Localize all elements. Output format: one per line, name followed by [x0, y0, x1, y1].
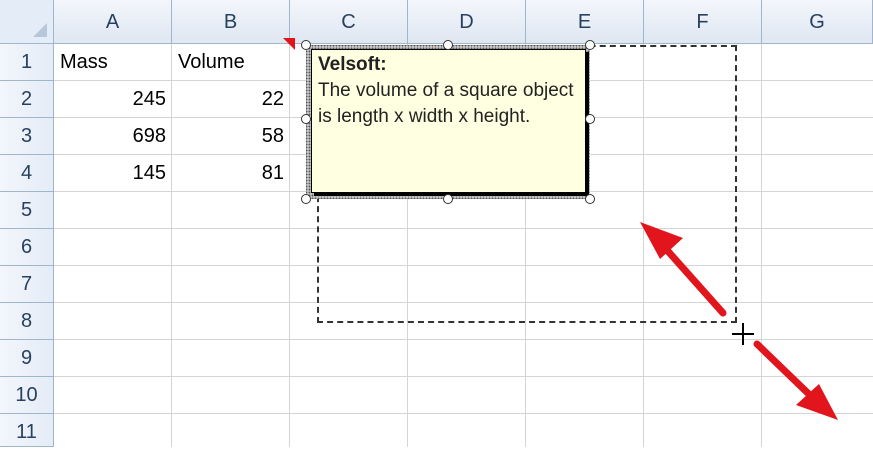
spreadsheet-grid[interactable]: A B C D E F G 1 2 3 4 5 6 7 8 9 10 11 Ma… [0, 0, 873, 447]
resize-handle-left[interactable] [301, 114, 311, 124]
column-header-a[interactable]: A [54, 0, 172, 44]
comment-author: Velsoft: [318, 54, 387, 75]
cell-a3[interactable]: 698 [54, 118, 172, 155]
gridline [54, 376, 873, 377]
cell-b3[interactable]: 58 [172, 118, 290, 155]
row-header-6[interactable]: 6 [0, 229, 54, 266]
cell-b4[interactable]: 81 [172, 155, 290, 192]
comment-text: The volume of a square object is length … [318, 80, 574, 127]
row-header-5[interactable]: 5 [0, 192, 54, 229]
column-header-e[interactable]: E [526, 0, 644, 44]
resize-handle-top-left[interactable] [301, 40, 311, 50]
resize-handle-bottom-right[interactable] [585, 194, 595, 204]
gridline [761, 44, 762, 447]
row-header-4[interactable]: 4 [0, 155, 54, 192]
resize-handle-top-right[interactable] [585, 40, 595, 50]
resize-handle-right[interactable] [585, 114, 595, 124]
column-header-c[interactable]: C [290, 0, 408, 44]
row-header-11[interactable]: 11 [0, 414, 54, 447]
column-header-g[interactable]: G [762, 0, 873, 44]
cell-a1[interactable]: Mass [54, 44, 172, 81]
resize-handle-top[interactable] [443, 40, 453, 50]
cell-a2[interactable]: 245 [54, 81, 172, 118]
comment-indicator-icon [283, 38, 295, 50]
row-header-8[interactable]: 8 [0, 303, 54, 340]
select-all-button[interactable] [0, 0, 54, 44]
resize-handle-bottom[interactable] [443, 194, 453, 204]
row-header-7[interactable]: 7 [0, 266, 54, 303]
cell-b1[interactable]: Volume [172, 44, 290, 81]
resize-handle-bottom-left[interactable] [301, 194, 311, 204]
cell-b2[interactable]: 22 [172, 81, 290, 118]
cell-a4[interactable]: 145 [54, 155, 172, 192]
row-header-10[interactable]: 10 [0, 377, 54, 414]
column-header-f[interactable]: F [644, 0, 762, 44]
row-header-2[interactable]: 2 [0, 81, 54, 118]
select-all-triangle-icon [33, 23, 47, 37]
row-header-9[interactable]: 9 [0, 340, 54, 377]
column-header-d[interactable]: D [408, 0, 526, 44]
comment-box[interactable]: Velsoft: The volume of a square object i… [311, 49, 586, 193]
resize-crosshair-icon [732, 323, 754, 345]
row-header-1[interactable]: 1 [0, 44, 54, 81]
row-header-3[interactable]: 3 [0, 118, 54, 155]
gridline [54, 413, 873, 414]
column-header-b[interactable]: B [172, 0, 290, 44]
